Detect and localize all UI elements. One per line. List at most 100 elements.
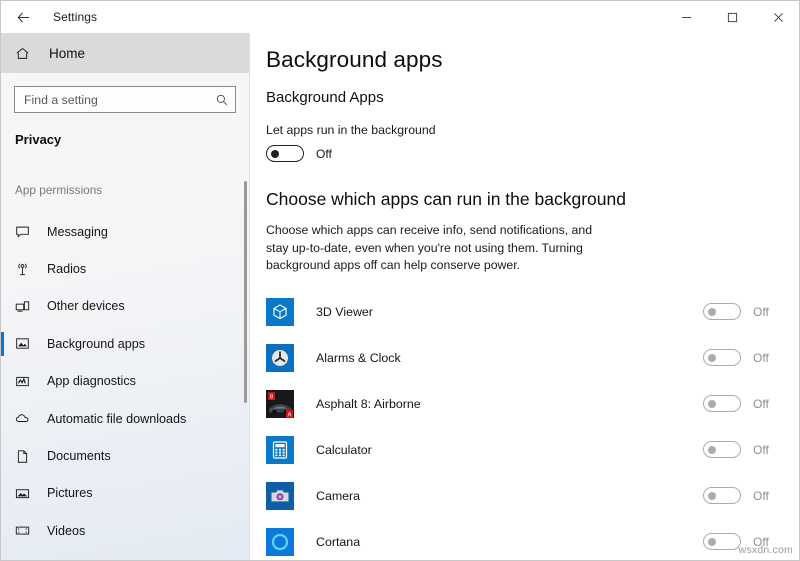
minimize-button[interactable]: [663, 2, 709, 33]
message-icon: [15, 224, 35, 239]
sidebar-scrollbar-thumb[interactable]: [244, 181, 247, 403]
sidebar-item-home[interactable]: Home: [1, 33, 249, 73]
sidebar-scrollbar[interactable]: [242, 181, 247, 553]
close-button[interactable]: [755, 2, 800, 33]
tasks-icon: [15, 199, 35, 202]
sidebar-item-automatic-file-downloads-label: Automatic file downloads: [47, 412, 186, 426]
app-toggle-wrap: Off: [703, 441, 800, 458]
maximize-icon: [727, 12, 738, 23]
home-icon: [15, 46, 41, 61]
back-arrow-icon: [16, 10, 31, 25]
app-toggle[interactable]: [703, 303, 741, 320]
svg-text:A: A: [287, 412, 291, 417]
app-toggle-state: Off: [753, 397, 769, 411]
sidebar-section-app-permissions: App permissions: [1, 147, 249, 197]
list-item: 3D Viewer Off: [251, 289, 800, 335]
app-name: Alarms & Clock: [316, 351, 703, 365]
sidebar-item-automatic-file-downloads[interactable]: Automatic file downloads: [1, 400, 249, 437]
sidebar-item-messaging[interactable]: Messaging: [1, 213, 249, 250]
app-name: Camera: [316, 489, 703, 503]
toggle-knob: [708, 400, 716, 408]
app-name: 3D Viewer: [316, 305, 703, 319]
app-toggle[interactable]: [703, 487, 741, 504]
sidebar-item-tasks[interactable]: Tasks: [1, 199, 249, 213]
app-toggle-wrap: Off: [703, 303, 800, 320]
sidebar-item-background-apps[interactable]: Background apps: [1, 325, 249, 362]
app-toggle-state: Off: [753, 351, 769, 365]
diagnostics-icon: [15, 374, 35, 389]
app-name: Cortana: [316, 535, 703, 549]
sidebar-item-radios[interactable]: Radios: [1, 250, 249, 287]
3d-viewer-app-icon: [266, 298, 294, 326]
sidebar: Home Privacy App permissions: [1, 33, 250, 561]
cortana-app-icon: [266, 528, 294, 556]
app-list: 3D Viewer Off Alarms & Clock: [251, 289, 800, 561]
toggle-knob: [271, 150, 279, 158]
settings-window: Settings Home: [0, 0, 800, 561]
watermark: wsxdn.com: [739, 544, 793, 556]
app-toggle-state: Off: [753, 443, 769, 457]
choose-apps-description: Choose which apps can receive info, send…: [251, 210, 618, 275]
search-box[interactable]: [14, 86, 236, 113]
toggle-knob: [708, 492, 716, 500]
sidebar-item-pictures-label: Pictures: [47, 486, 93, 500]
app-name: Calculator: [316, 443, 703, 457]
sidebar-item-messaging-label: Messaging: [47, 225, 108, 239]
close-icon: [773, 12, 784, 23]
sidebar-item-videos[interactable]: Videos: [1, 512, 249, 549]
master-toggle-label: Let apps run in the background: [251, 106, 800, 137]
page-title: Background apps: [251, 33, 800, 73]
search-icon[interactable]: [215, 93, 229, 107]
search-container: [1, 73, 249, 113]
let-apps-run-in-background-toggle[interactable]: [266, 145, 304, 162]
toggle-knob: [708, 446, 716, 454]
camera-app-icon: [266, 482, 294, 510]
sidebar-item-documents-label: Documents: [47, 449, 111, 463]
sidebar-item-other-devices[interactable]: Other devices: [1, 288, 249, 325]
toggle-knob: [708, 308, 716, 316]
master-toggle-row: Off: [251, 137, 800, 162]
list-item: Camera Off: [251, 473, 800, 519]
app-toggle[interactable]: [703, 395, 741, 412]
app-toggle[interactable]: [703, 349, 741, 366]
app-toggle-state: Off: [753, 489, 769, 503]
back-button[interactable]: [1, 2, 45, 33]
list-item: Calculator Off: [251, 427, 800, 473]
toggle-knob: [708, 538, 716, 546]
document-icon: [15, 449, 35, 464]
picture-icon: [15, 486, 35, 501]
sidebar-item-other-devices-label: Other devices: [47, 299, 125, 313]
sidebar-item-home-label: Home: [49, 46, 85, 61]
devices-icon: [15, 299, 35, 314]
app-toggle[interactable]: [703, 441, 741, 458]
sidebar-item-radios-label: Radios: [47, 262, 86, 276]
window-title: Settings: [53, 10, 97, 24]
asphalt8-app-icon: 8 A: [266, 390, 294, 418]
alarms-clock-app-icon: [266, 344, 294, 372]
app-name: Asphalt 8: Airborne: [316, 397, 703, 411]
sidebar-item-documents[interactable]: Documents: [1, 437, 249, 474]
sidebar-item-background-apps-label: Background apps: [47, 337, 145, 351]
list-item: 8 A Asphalt 8: Airborne Off: [251, 381, 800, 427]
search-input[interactable]: [24, 93, 215, 107]
choose-apps-heading: Choose which apps can run in the backgro…: [251, 162, 800, 210]
toggle-knob: [708, 354, 716, 362]
list-item: Alarms & Clock Off: [251, 335, 800, 381]
calculator-app-icon: [266, 436, 294, 464]
sidebar-item-app-diagnostics-label: App diagnostics: [47, 374, 136, 388]
main-content: Background apps Background Apps Let apps…: [251, 33, 800, 561]
sidebar-nav-list: Tasks Messaging Radios: [1, 199, 249, 550]
radio-tower-icon: [15, 262, 35, 277]
cloud-icon: [15, 411, 35, 426]
app-toggle[interactable]: [703, 533, 741, 550]
background-apps-icon: [15, 336, 35, 351]
app-toggle-wrap: Off: [703, 395, 800, 412]
background-apps-subheading: Background Apps: [251, 73, 800, 106]
minimize-icon: [681, 12, 692, 23]
sidebar-item-pictures[interactable]: Pictures: [1, 475, 249, 512]
maximize-button[interactable]: [709, 2, 755, 33]
title-bar: Settings: [1, 1, 800, 33]
sidebar-item-tasks-label: Tasks: [47, 199, 79, 201]
sidebar-item-app-diagnostics[interactable]: App diagnostics: [1, 363, 249, 400]
app-toggle-state: Off: [753, 305, 769, 319]
